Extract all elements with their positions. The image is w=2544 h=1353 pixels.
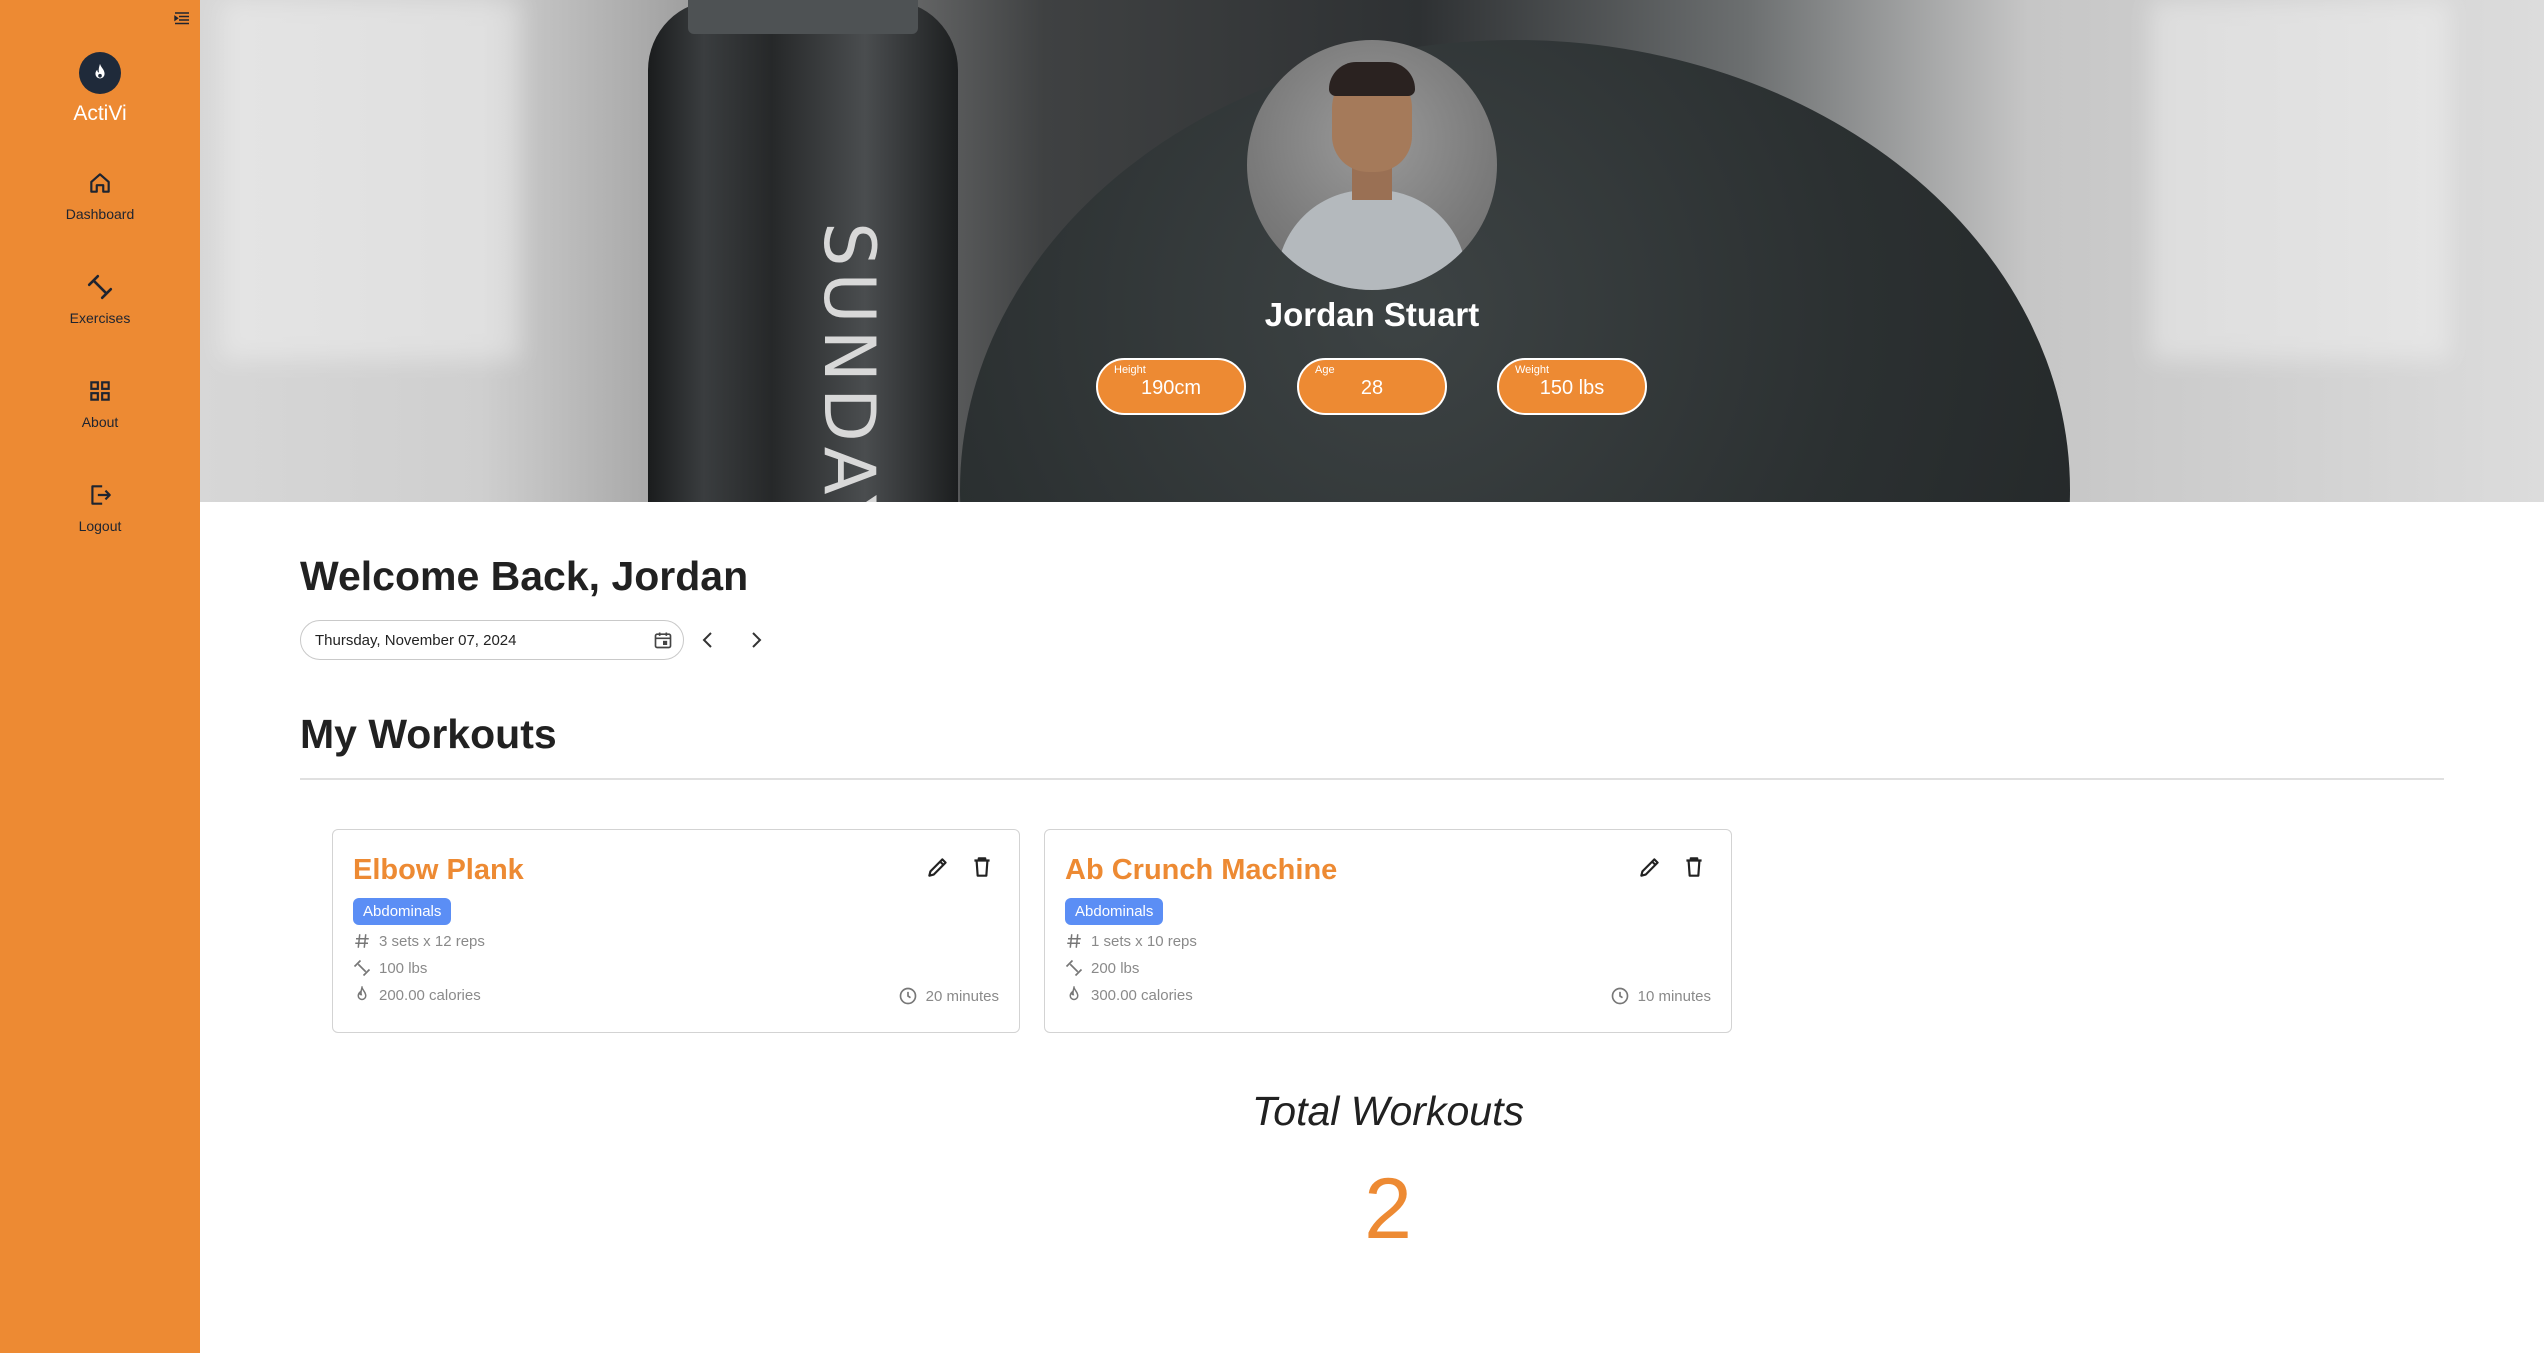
sidebar-item-label: Exercises [69,310,131,326]
divider [300,778,2444,780]
next-day-button[interactable] [744,628,768,652]
calories-text: 300.00 calories [1091,986,1193,1004]
delete-icon[interactable] [969,854,995,880]
stat-weight: Weight 150 lbs [1497,358,1647,415]
card-actions [1637,854,1707,880]
duration-text: 20 minutes [925,987,999,1005]
weight-row: 200 lbs [1065,959,1139,977]
weight-text: 200 lbs [1091,959,1140,977]
duration-row: 10 minutes [1610,986,1711,1006]
avatar-body [1277,190,1467,290]
card-actions [925,854,995,880]
sets-reps-row: 1 sets x 10 reps [1065,932,1197,950]
category-badge: Abdominals [1065,898,1164,925]
sidebar-item-dashboard[interactable]: Dashboard [0,170,200,222]
profile-name: Jordan Stuart [1264,296,1480,333]
hash-icon [1067,934,1081,948]
clock-icon [899,987,916,1005]
delete-icon[interactable] [1681,854,1707,880]
stat-value: 28 [1360,377,1384,399]
edit-icon[interactable] [1637,854,1663,880]
workout-card: Elbow Plank Abdominals 3 sets x 12 reps … [332,829,1020,1033]
dumbbell-icon [1065,959,1083,977]
stat-label: Age [1315,364,1335,376]
stat-age: Age 28 [1297,358,1447,415]
home-icon [90,173,110,193]
chevron-left-icon [702,632,712,648]
welcome-heading: Welcome Back, Jordan [300,553,749,599]
workouts-heading: My Workouts [300,711,557,757]
sidebar-item-label: Dashboard [65,206,135,222]
avatar-hair [1329,62,1415,96]
sidebar-item-label: Logout [78,518,122,534]
background-window [2150,0,2450,360]
brand[interactable]: ActiVi [0,52,200,126]
sidebar-item-about[interactable]: About [0,378,200,430]
hero-banner: SUNDAY Jordan Stuart Height 190cm Age 28… [200,0,2544,502]
stat-value: 190cm [1140,377,1202,399]
dumbbell-icon [353,959,371,977]
collapse-sidebar-icon[interactable] [174,10,190,26]
workout-card: Ab Crunch Machine Abdominals 1 sets x 10… [1044,829,1732,1033]
workout-name: Ab Crunch Machine [1065,854,1338,886]
dumbbell-icon [87,274,113,300]
stat-height: Height 190cm [1096,358,1246,415]
avatar [1247,40,1497,290]
grid-icon [90,381,110,401]
flame-icon [357,986,367,1001]
sidebar-item-logout[interactable]: Logout [0,482,200,534]
calendar-icon[interactable] [653,630,673,655]
calories-row: 200.00 calories [353,986,481,1004]
sidebar-item-label: About [81,414,119,430]
duration-text: 10 minutes [1637,987,1711,1005]
sidebar: ActiVi Dashboard Exercises About Logout [0,0,200,1353]
calories-text: 200.00 calories [379,986,481,1004]
stat-value: 150 lbs [1539,377,1605,399]
exercise-ball-image [960,40,2070,502]
hash-icon [355,934,369,948]
bottle-cap [688,0,918,34]
brand-name: ActiVi [73,102,127,125]
workout-name: Elbow Plank [353,854,524,886]
stat-label: Height [1114,364,1146,376]
sidebar-item-exercises[interactable]: Exercises [0,274,200,326]
stat-label: Weight [1515,364,1550,376]
category-badge: Abdominals [353,898,452,925]
calories-row: 300.00 calories [1065,986,1193,1004]
weight-text: 100 lbs [379,959,428,977]
sets-reps-text: 1 sets x 10 reps [1091,932,1197,950]
total-workouts-label: Total Workouts [1252,1088,1524,1134]
sets-reps-row: 3 sets x 12 reps [353,932,485,950]
flame-icon [1069,986,1079,1001]
bottle-brand-text: SUNDAY [808,222,890,502]
duration-row: 20 minutes [898,986,999,1006]
date-value: Thursday, November 07, 2024 [315,632,517,649]
flame-logo-icon [79,52,121,94]
total-workouts-value: 2 [1364,1161,1412,1257]
water-bottle-image [648,0,958,502]
background-window [220,0,520,360]
clock-icon [1611,987,1628,1005]
sets-reps-text: 3 sets x 12 reps [379,932,485,950]
edit-icon[interactable] [925,854,951,880]
weight-row: 100 lbs [353,959,427,977]
logout-icon [91,485,111,505]
previous-day-button[interactable] [696,628,720,652]
chevron-right-icon [752,632,762,648]
date-picker-field[interactable]: Thursday, November 07, 2024 [300,620,684,660]
